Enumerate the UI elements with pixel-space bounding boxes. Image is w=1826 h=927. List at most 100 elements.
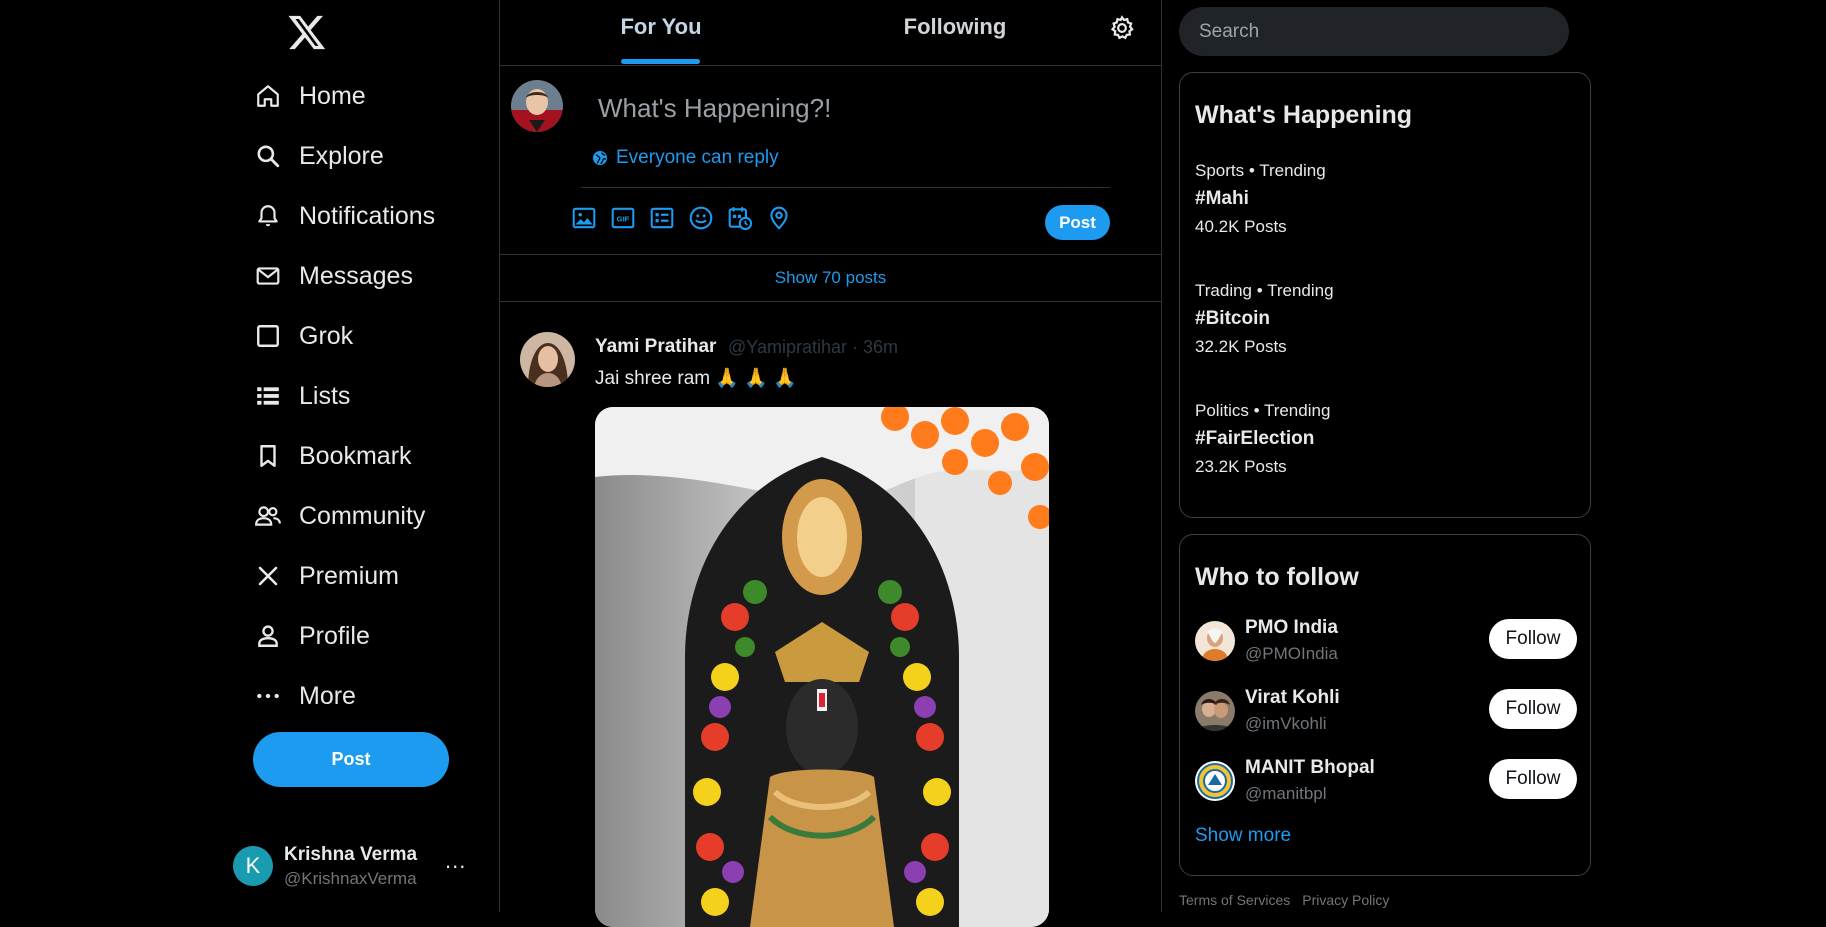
tweet-image[interactable] (595, 407, 1049, 927)
nav-label: Grok (299, 321, 354, 350)
timeline-tabs: For You Following (500, 0, 1161, 66)
account-name: Krishna Verma (284, 843, 418, 865)
tab-label: For You (620, 14, 702, 39)
nav-more[interactable]: More (253, 674, 356, 718)
left-sidebar: Home Explore Notifications Messages Grok… (0, 0, 499, 912)
nav-bookmark[interactable]: Bookmark (253, 434, 412, 478)
avatar (1195, 761, 1235, 801)
reply-setting[interactable]: Everyone can reply (592, 147, 779, 169)
gif-icon[interactable]: GIF (610, 205, 636, 231)
reply-setting-label: Everyone can reply (616, 147, 779, 168)
nav-notifications[interactable]: Notifications (253, 194, 435, 238)
search-bar[interactable] (1179, 7, 1569, 56)
compose-input[interactable] (596, 87, 1120, 129)
trend-category: Sports • Trending (1195, 161, 1326, 180)
list-icon (253, 381, 283, 411)
search-icon (253, 141, 283, 171)
tab-label: Following (903, 14, 1007, 39)
avatar[interactable] (511, 80, 563, 132)
who-to-follow-panel: Who to follow PMO India @PMOIndia Follow… (1179, 534, 1591, 876)
nav-label: Profile (299, 621, 370, 650)
terms-link[interactable]: Terms of Services (1179, 892, 1290, 908)
nav-label: Home (299, 81, 366, 110)
mail-icon (253, 261, 283, 291)
nav-explore[interactable]: Explore (253, 134, 384, 178)
who-to-follow-title: Who to follow (1195, 563, 1359, 591)
nav-label: Bookmark (299, 441, 412, 470)
follow-button[interactable]: Follow (1489, 759, 1577, 799)
avatar (1195, 691, 1235, 731)
timeline: For You Following Everyone can reply (499, 0, 1162, 927)
suggestion-handle: @manitbpl (1245, 784, 1327, 803)
bell-icon (253, 201, 283, 231)
account-more-icon[interactable]: ... (445, 848, 466, 874)
nav-label: Messages (299, 261, 413, 290)
follow-button[interactable]: Follow (1489, 689, 1577, 729)
trend-category: Trading • Trending (1195, 281, 1334, 300)
nav-grok[interactable]: Grok (253, 314, 353, 358)
show-more-link[interactable]: Show more (1195, 825, 1291, 847)
suggestion-handle: @PMOIndia (1245, 644, 1338, 663)
schedule-icon[interactable] (727, 205, 753, 231)
trend-item[interactable]: Sports • Trending #Mahi 40.2K Posts (1195, 161, 1575, 237)
nav-label: Community (299, 501, 426, 530)
trend-hashtag: #FairElection (1195, 428, 1315, 449)
nav-home[interactable]: Home (253, 74, 366, 118)
grok-icon (253, 321, 283, 351)
compose-post-button[interactable]: Post (1045, 205, 1110, 240)
suggestion-name: PMO India (1245, 617, 1338, 638)
trends-panel: What's Happening Sports • Trending #Mahi… (1179, 72, 1591, 518)
tweet-text: Jai shree ram 🙏 🙏 🙏 (595, 368, 797, 389)
x-logo[interactable] (287, 12, 327, 52)
nav-messages[interactable]: Messages (253, 254, 413, 298)
avatar[interactable] (520, 332, 575, 387)
globe-icon (592, 150, 608, 166)
nav-community[interactable]: Community (253, 494, 425, 538)
suggestion-name: MANIT Bhopal (1245, 757, 1375, 778)
trend-post-count: 23.2K Posts (1195, 457, 1287, 476)
svg-text:GIF: GIF (617, 214, 630, 223)
post-button[interactable]: Post (253, 732, 449, 787)
account-switcher[interactable]: K Krishna Verma @KrishnaxVerma ... (233, 838, 473, 894)
avatar: K (233, 846, 273, 886)
trend-post-count: 40.2K Posts (1195, 217, 1287, 236)
privacy-link[interactable]: Privacy Policy (1302, 892, 1389, 908)
avatar (1195, 621, 1235, 661)
search-input[interactable] (1197, 19, 1541, 44)
location-icon[interactable] (766, 205, 792, 231)
tab-for-you[interactable]: For You (594, 0, 728, 64)
footer-links: Terms of Services Privacy Policy (1179, 892, 1389, 908)
people-icon (253, 501, 283, 531)
nav-label: Explore (299, 141, 384, 170)
emoji-icon[interactable] (688, 205, 714, 231)
show-new-posts[interactable]: Show 70 posts (500, 255, 1161, 302)
account-handle: @KrishnaxVerma (284, 868, 417, 888)
trend-category: Politics • Trending (1195, 401, 1331, 420)
nav-label: Lists (299, 381, 351, 410)
follow-button[interactable]: Follow (1489, 619, 1577, 659)
trend-item[interactable]: Trading • Trending #Bitcoin 32.2K Posts (1195, 281, 1575, 357)
post-composer: Everyone can reply GIF Post (500, 65, 1161, 255)
active-tab-indicator (621, 59, 700, 64)
image-icon[interactable] (571, 205, 597, 231)
follow-suggestion[interactable]: MANIT Bhopal @manitbpl Follow (1195, 757, 1577, 813)
suggestion-handle: @imVkohli (1245, 714, 1327, 733)
follow-suggestion[interactable]: Virat Kohli @imVkohli Follow (1195, 687, 1577, 743)
poll-icon[interactable] (649, 205, 675, 231)
nav-label: Notifications (299, 201, 436, 230)
trend-item[interactable]: Politics • Trending #FairElection 23.2K … (1195, 401, 1575, 477)
nav-premium[interactable]: Premium (253, 554, 399, 598)
tweet-author-name[interactable]: Yami Pratihar (595, 336, 716, 358)
trend-hashtag: #Mahi (1195, 188, 1249, 209)
gear-icon[interactable] (1108, 14, 1136, 42)
x-icon (253, 561, 283, 591)
nav-label: Premium (299, 561, 400, 590)
nav-lists[interactable]: Lists (253, 374, 350, 418)
divider (581, 187, 1110, 188)
tab-following[interactable]: Following (880, 0, 1030, 64)
nav-profile[interactable]: Profile (253, 614, 370, 658)
tweet[interactable]: Yami Pratihar @Yamipratihar · 36m Jai sh… (500, 302, 1161, 927)
nav-label: More (299, 681, 356, 710)
follow-suggestion[interactable]: PMO India @PMOIndia Follow (1195, 617, 1577, 673)
bookmark-icon (253, 441, 283, 471)
